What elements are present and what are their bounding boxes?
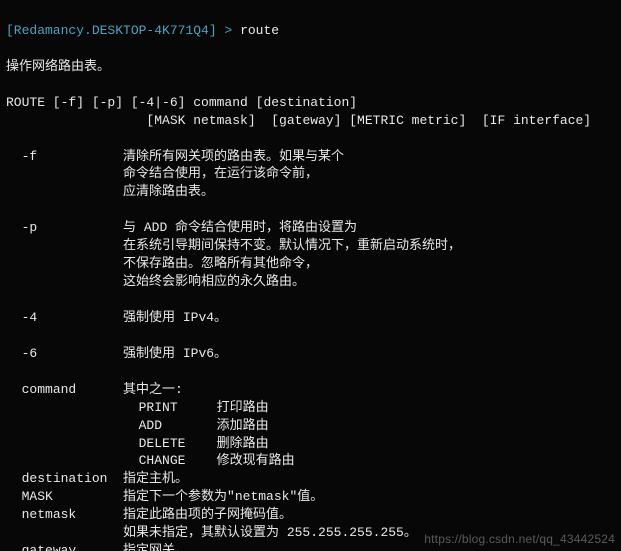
command-desc: 其中之一: <box>123 382 183 397</box>
intro-text: 操作网络路由表。 <box>6 59 110 74</box>
option-p-desc-3: 不保存路由。忽略所有其他命令， <box>123 256 318 271</box>
destination-val: 指定主机。 <box>123 471 188 486</box>
cmd-add-val: 添加路由 <box>217 418 269 433</box>
usage-line-2: [MASK netmask] [gateway] [METRIC metric]… <box>6 113 591 128</box>
gateway-name: gateway <box>22 543 77 551</box>
option-6-flag: -6 <box>22 346 38 361</box>
option-p-desc-2: 在系统引导期间保持不变。默认情况下，重新启动系统时， <box>123 238 461 253</box>
option-f-flag: -f <box>22 149 38 164</box>
netmask-val-2: 如果未指定，其默认设置为 255.255.255.255。 <box>123 525 417 540</box>
usage-line-1: ROUTE [-f] [-p] [-4|-6] command [destina… <box>6 95 357 110</box>
netmask-name: netmask <box>22 507 77 522</box>
option-p-desc-1: 与 ADD 命令结合使用时，将路由设置为 <box>123 220 357 235</box>
prompt-arrow-icon: > <box>224 23 232 38</box>
cmd-delete-key: DELETE <box>139 436 186 451</box>
cmd-print-val: 打印路由 <box>217 400 269 415</box>
cmd-print-key: PRINT <box>139 400 178 415</box>
terminal-output: [Redamancy.DESKTOP-4K771Q4] > route 操作网络… <box>0 0 621 551</box>
option-f-desc-3: 应清除路由表。 <box>123 184 214 199</box>
cmd-change-val: 修改现有路由 <box>217 453 295 468</box>
cmd-delete-val: 删除路由 <box>217 436 269 451</box>
option-p-flag: -p <box>22 220 38 235</box>
option-4-desc: 强制使用 IPv4。 <box>123 310 227 325</box>
cmd-change-key: CHANGE <box>139 453 186 468</box>
command-name: command <box>22 382 77 397</box>
netmask-val-1: 指定此路由项的子网掩码值。 <box>123 507 292 522</box>
option-6-desc: 强制使用 IPv6。 <box>123 346 227 361</box>
option-f-desc-1: 清除所有网关项的路由表。如果与某个 <box>123 149 344 164</box>
gateway-val: 指定网关。 <box>123 543 188 551</box>
option-f-desc-2: 命令结合使用，在运行该命令前， <box>123 166 318 181</box>
option-p-desc-4: 这始终会影响相应的永久路由。 <box>123 274 305 289</box>
prompt-hostname: [Redamancy.DESKTOP-4K771Q4] <box>6 23 217 38</box>
command-input[interactable]: route <box>240 23 279 38</box>
destination-name: destination <box>22 471 108 486</box>
mask-val: 指定下一个参数为"netmask"值。 <box>123 489 323 504</box>
mask-name: MASK <box>22 489 53 504</box>
option-4-flag: -4 <box>22 310 38 325</box>
cmd-add-key: ADD <box>139 418 162 433</box>
